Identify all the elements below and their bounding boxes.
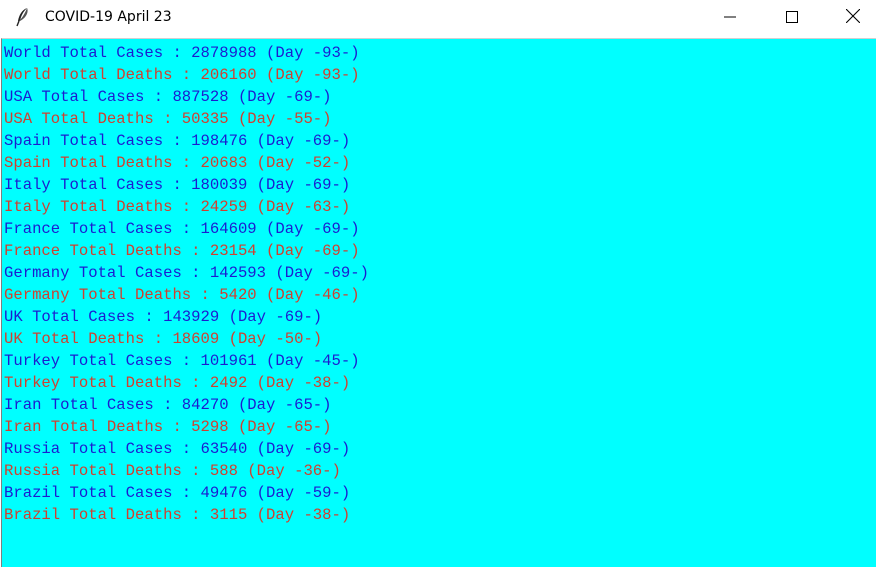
feather-icon [14, 7, 32, 27]
cases-line: Spain Total Cases : 198476 (Day -69-) [4, 132, 351, 150]
cases-line: USA Total Cases : 887528 (Day -69-) [4, 88, 332, 106]
deaths-line: World Total Deaths : 206160 (Day -93-) [4, 66, 360, 84]
cases-line: France Total Cases : 164609 (Day -69-) [4, 220, 360, 238]
minimize-icon [724, 8, 736, 27]
deaths-line: France Total Deaths : 23154 (Day -69-) [4, 242, 360, 260]
maximize-icon [786, 8, 798, 27]
close-icon [845, 8, 861, 27]
cases-line: Brazil Total Cases : 49476 (Day -59-) [4, 484, 351, 502]
stats-list: World Total Cases : 2878988 (Day -93-) Wo… [4, 42, 369, 526]
minimize-button[interactable] [707, 0, 753, 34]
app-window: COVID-19 April 23 World Total Cases : 28… [0, 0, 877, 567]
cases-line: Turkey Total Cases : 101961 (Day -45-) [4, 352, 360, 370]
close-button[interactable] [830, 0, 876, 34]
stats-panel: World Total Cases : 2878988 (Day -93-) Wo… [1, 38, 876, 567]
deaths-line: Brazil Total Deaths : 3115 (Day -38-) [4, 506, 351, 524]
cases-line: Iran Total Cases : 84270 (Day -65-) [4, 396, 332, 414]
deaths-line: UK Total Deaths : 18609 (Day -50-) [4, 330, 323, 348]
deaths-line: Spain Total Deaths : 20683 (Day -52-) [4, 154, 351, 172]
deaths-line: Germany Total Deaths : 5420 (Day -46-) [4, 286, 360, 304]
cases-line: Russia Total Cases : 63540 (Day -69-) [4, 440, 351, 458]
deaths-line: Iran Total Deaths : 5298 (Day -65-) [4, 418, 332, 436]
cases-line: UK Total Cases : 143929 (Day -69-) [4, 308, 323, 326]
window-title: COVID-19 April 23 [45, 9, 172, 25]
cases-line: World Total Cases : 2878988 (Day -93-) [4, 44, 360, 62]
cases-line: Italy Total Cases : 180039 (Day -69-) [4, 176, 351, 194]
deaths-line: Russia Total Deaths : 588 (Day -36-) [4, 462, 341, 480]
cases-line: Germany Total Cases : 142593 (Day -69-) [4, 264, 369, 282]
deaths-line: Turkey Total Deaths : 2492 (Day -38-) [4, 374, 351, 392]
maximize-button[interactable] [769, 0, 815, 34]
title-bar[interactable]: COVID-19 April 23 [0, 0, 877, 36]
deaths-line: Italy Total Deaths : 24259 (Day -63-) [4, 198, 351, 216]
deaths-line: USA Total Deaths : 50335 (Day -55-) [4, 110, 332, 128]
